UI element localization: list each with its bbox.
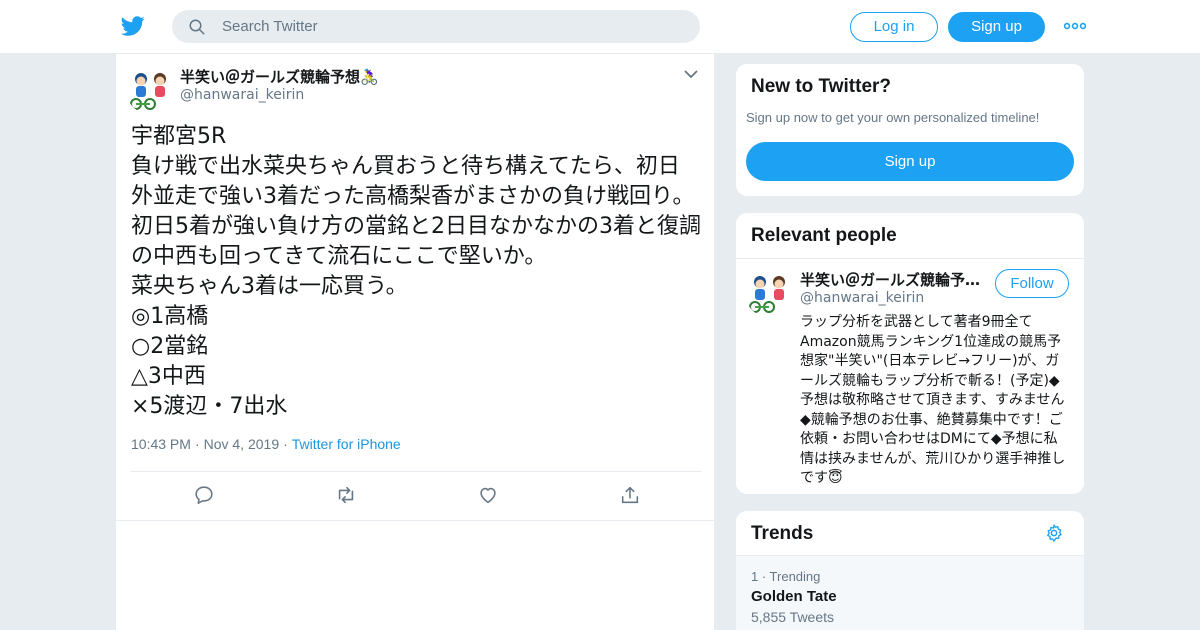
divider [736,258,1084,259]
person-name[interactable]: 半笑い＠ガールズ競輪予… [800,269,985,290]
trend-rank: 1 · Trending [751,569,821,584]
gear-icon[interactable] [1044,523,1064,543]
tweet-card: 半笑い＠ガールズ競輪予想🚴‍♀️ @hanwarai_keirin 宇都宮5R … [115,54,715,630]
meta-separator: · [194,436,200,452]
search-input[interactable]: Search Twitter [222,18,318,35]
tweet-metadata: 10:43 PM · Nov 4, 2019 · Twitter for iPhone [131,436,401,452]
tweet-source[interactable]: Twitter for iPhone [292,436,401,452]
signup-button[interactable]: Sign up [948,12,1045,42]
tweet-date[interactable]: Nov 4, 2019 [204,436,280,452]
top-navigation-bar: Search Twitter Log in Sign up [0,0,1200,54]
avatar[interactable] [745,269,793,317]
avatar[interactable] [126,66,174,114]
card-title: Relevant people [751,225,897,246]
divider [116,520,714,521]
twitter-bird-icon[interactable] [120,14,146,38]
new-to-twitter-card: New to Twitter? Sign up now to get your … [735,63,1085,197]
avatar-illustration [745,269,793,317]
follow-button[interactable]: Follow [995,269,1069,298]
person-bio: ラップ分析を武器として著者9冊全てAmazon競馬ランキング1位達成の競馬予想家… [800,314,1066,486]
tweet-author-name[interactable]: 半笑い＠ガールズ競輪予想🚴‍♀️ [180,66,379,87]
sidebar-signup-button[interactable]: Sign up [746,142,1074,181]
more-dots-icon[interactable] [1064,18,1086,34]
search-bar[interactable]: Search Twitter [172,10,700,43]
reply-icon[interactable] [193,484,215,506]
relevant-people-card: Relevant people 半笑い＠ガールズ競輪予… @hanwarai_k… [735,212,1085,495]
search-icon [189,19,205,35]
trend-topic[interactable]: Golden Tate [751,588,837,605]
avatar-illustration [126,66,174,114]
divider [131,471,701,472]
tweet-time[interactable]: 10:43 PM [131,436,191,452]
trends-header: Trends [736,511,1084,556]
like-icon[interactable] [477,484,499,506]
card-title: Trends [751,523,814,544]
card-title: New to Twitter? [751,76,892,97]
retweet-icon[interactable] [335,484,357,506]
meta-separator: · [283,436,288,452]
tweet-text: 宇都宮5R 負け戦で出水菜央ちゃん買おうと待ち構えてたら、初日外並走で強い3着だ… [131,124,701,419]
card-subtitle: Sign up now to get your own personalized… [746,110,1040,125]
login-button[interactable]: Log in [850,12,938,42]
person-handle[interactable]: @hanwarai_keirin [800,290,924,306]
trend-count: 5,855 Tweets [751,609,835,625]
tweet-author-handle[interactable]: @hanwarai_keirin [180,87,304,103]
share-icon[interactable] [619,484,641,506]
chevron-down-icon[interactable] [683,68,699,80]
tweet-actions [131,484,701,508]
trends-card: Trends 1 · Trending Golden Tate 5,855 Tw… [735,510,1085,630]
